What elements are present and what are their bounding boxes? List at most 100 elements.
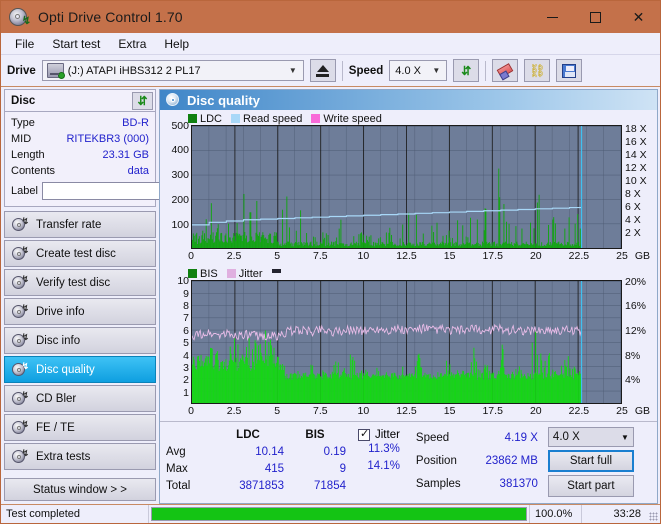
disc-panel-title: Disc xyxy=(11,94,36,107)
legend-item-write-speed: Write speed xyxy=(311,113,382,125)
measurements-column: Speed 4.19 X Position 23862 MB Samples 3… xyxy=(416,426,538,503)
top-chart-y-axis-right: 18 X 16 X 14 X 12 X 10 X 8 X 6 X 4 X 2 X xyxy=(622,123,654,249)
save-button[interactable] xyxy=(556,59,583,82)
disc-panel-header: Disc ⇵ xyxy=(5,90,155,112)
disc-test-icon: ↯ xyxy=(12,391,29,406)
panel-header: Disc quality xyxy=(160,90,657,110)
menu-item-help[interactable]: Help xyxy=(156,34,197,54)
bottom-chart-svg xyxy=(192,281,621,403)
disc-type-value: BD-R xyxy=(122,117,149,129)
speed-row: Speed 4.19 X xyxy=(416,426,538,449)
bottom-chart-y-axis-right: 20% 16% 12% 8% 4% xyxy=(622,276,654,404)
sidebar-item-fe-te[interactable]: ↯ FE / TE xyxy=(4,414,156,441)
chain-button[interactable]: ⛓ xyxy=(524,59,551,82)
menu-item-start-test[interactable]: Start test xyxy=(44,34,108,54)
sidebar-item-extra-tests[interactable]: ↯ Extra tests xyxy=(4,443,156,470)
y-tick: 3 xyxy=(183,362,189,375)
erase-button[interactable] xyxy=(492,59,519,82)
y-tick: 16% xyxy=(625,300,647,313)
stats-row-label: Total xyxy=(166,479,191,492)
sidebar-item-cd-bler[interactable]: ↯ CD Bler xyxy=(4,385,156,412)
y-tick: 9 xyxy=(183,287,189,300)
stats-bis-value: 71854 xyxy=(314,479,346,492)
sidebar-item-label: Disc info xyxy=(36,334,81,347)
y-tick: 500 xyxy=(171,119,189,132)
refresh-button[interactable]: ⇵ xyxy=(453,59,480,82)
resize-grip[interactable] xyxy=(646,505,660,523)
x-tick: 2.5 xyxy=(226,250,242,262)
y-tick: 10 X xyxy=(625,174,647,187)
disc-length-label: Length xyxy=(11,149,45,161)
legend-item-read-speed: Read speed xyxy=(231,113,302,125)
speed-value: 4.19 X xyxy=(504,431,538,444)
drive-select[interactable]: (J:) ATAPI iHBS312 2 PL17 ▼ xyxy=(41,60,304,81)
action-buttons: 4.0 X ▼ Start full Start part xyxy=(547,426,634,503)
window-title: Opti Drive Control 1.70 xyxy=(38,9,183,25)
x-tick: 25 xyxy=(616,405,628,417)
sidebar-item-transfer-rate[interactable]: ↯ Transfer rate xyxy=(4,211,156,238)
speed-label: Speed xyxy=(415,431,450,444)
stats-row-avg: Avg 10.14 0.19 xyxy=(166,443,346,460)
sidebar-item-drive-info[interactable]: ↯ Drive info xyxy=(4,298,156,325)
jitter-swatch xyxy=(226,269,236,278)
main-panel: Disc quality LDC Read speed Write speed xyxy=(159,89,658,504)
y-tick: 12 X xyxy=(625,161,647,174)
disc-rows: Type BD-R MID RITEKBR3 (000) Length 23.3… xyxy=(5,112,240,206)
speed-select[interactable]: 4.0 X ▼ xyxy=(389,60,448,81)
samples-label: Samples xyxy=(415,477,461,490)
stats-bis-value: 9 xyxy=(339,462,346,475)
menu-bar: File Start test Extra Help xyxy=(1,33,660,55)
top-chart-plot[interactable] xyxy=(191,125,622,249)
chevron-down-icon: ▼ xyxy=(288,66,297,75)
progress-percent: 100.0% xyxy=(530,505,582,523)
stats-ldc-header: LDC xyxy=(236,428,260,441)
eraser-icon xyxy=(496,63,514,78)
disc-refresh-button[interactable]: ⇵ xyxy=(132,91,153,110)
disc-test-icon: ↯ xyxy=(12,246,29,261)
refresh-icon: ⇵ xyxy=(461,63,472,78)
sidebar-item-disc-quality[interactable]: ↯ Disc quality xyxy=(4,356,156,383)
x-tick: 17.5 xyxy=(482,405,503,417)
position-label: Position xyxy=(415,454,457,467)
close-icon: ✕ xyxy=(632,8,645,25)
progress-bar xyxy=(149,505,530,523)
speed-label: Speed xyxy=(348,64,384,77)
close-button[interactable]: ✕ xyxy=(617,1,660,33)
y-tick: 14 X xyxy=(625,148,647,161)
stats-ldc-value: 10.14 xyxy=(255,445,284,458)
test-speed-select[interactable]: 4.0 X ▼ xyxy=(547,427,634,447)
x-tick: 17.5 xyxy=(482,250,503,262)
y-tick: 8% xyxy=(625,349,641,362)
status-window-button[interactable]: Status window > > xyxy=(4,478,156,501)
app-disc-icon: ↯ xyxy=(8,6,31,28)
chain-icon: ⛓ xyxy=(529,62,546,78)
sidebar-item-verify-test-disc[interactable]: ↯ Verify test disc xyxy=(4,269,156,296)
jitter-checkbox[interactable] xyxy=(358,427,370,441)
y-tick: 300 xyxy=(171,169,189,182)
x-axis-unit: GB xyxy=(634,405,650,417)
eject-button[interactable] xyxy=(309,59,336,82)
maximize-button[interactable] xyxy=(574,1,617,33)
menu-item-extra[interactable]: Extra xyxy=(110,34,154,54)
menu-item-file[interactable]: File xyxy=(7,34,42,54)
minimize-button[interactable] xyxy=(531,1,574,33)
read-speed-swatch xyxy=(231,114,241,123)
stats-bis-value: 0.19 xyxy=(323,445,346,458)
disc-test-icon: ↯ xyxy=(12,449,29,464)
stats-ldc-value: 3871853 xyxy=(239,479,284,492)
legend-label: Jitter xyxy=(238,267,263,280)
x-tick: 7.5 xyxy=(312,405,328,417)
disc-mid-label: MID xyxy=(11,133,32,145)
sidebar-nav: ↯ Transfer rate ↯ Create test disc ↯ Ver… xyxy=(4,211,156,470)
disc-mid-value: RITEKBR3 (000) xyxy=(66,133,149,145)
sidebar-item-create-test-disc[interactable]: ↯ Create test disc xyxy=(4,240,156,267)
jitter-toggle[interactable]: Jitter xyxy=(358,426,400,443)
sidebar-item-label: Drive info xyxy=(36,305,85,318)
disc-label-row: Label xyxy=(11,181,240,201)
bottom-chart-plot[interactable] xyxy=(191,280,622,404)
y-tick: 7 xyxy=(183,312,189,325)
start-part-button[interactable]: Start part xyxy=(547,475,634,497)
start-full-button[interactable]: Start full xyxy=(547,450,634,472)
sidebar-item-disc-info[interactable]: ↯ Disc info xyxy=(4,327,156,354)
position-value: 23862 MB xyxy=(485,454,538,467)
